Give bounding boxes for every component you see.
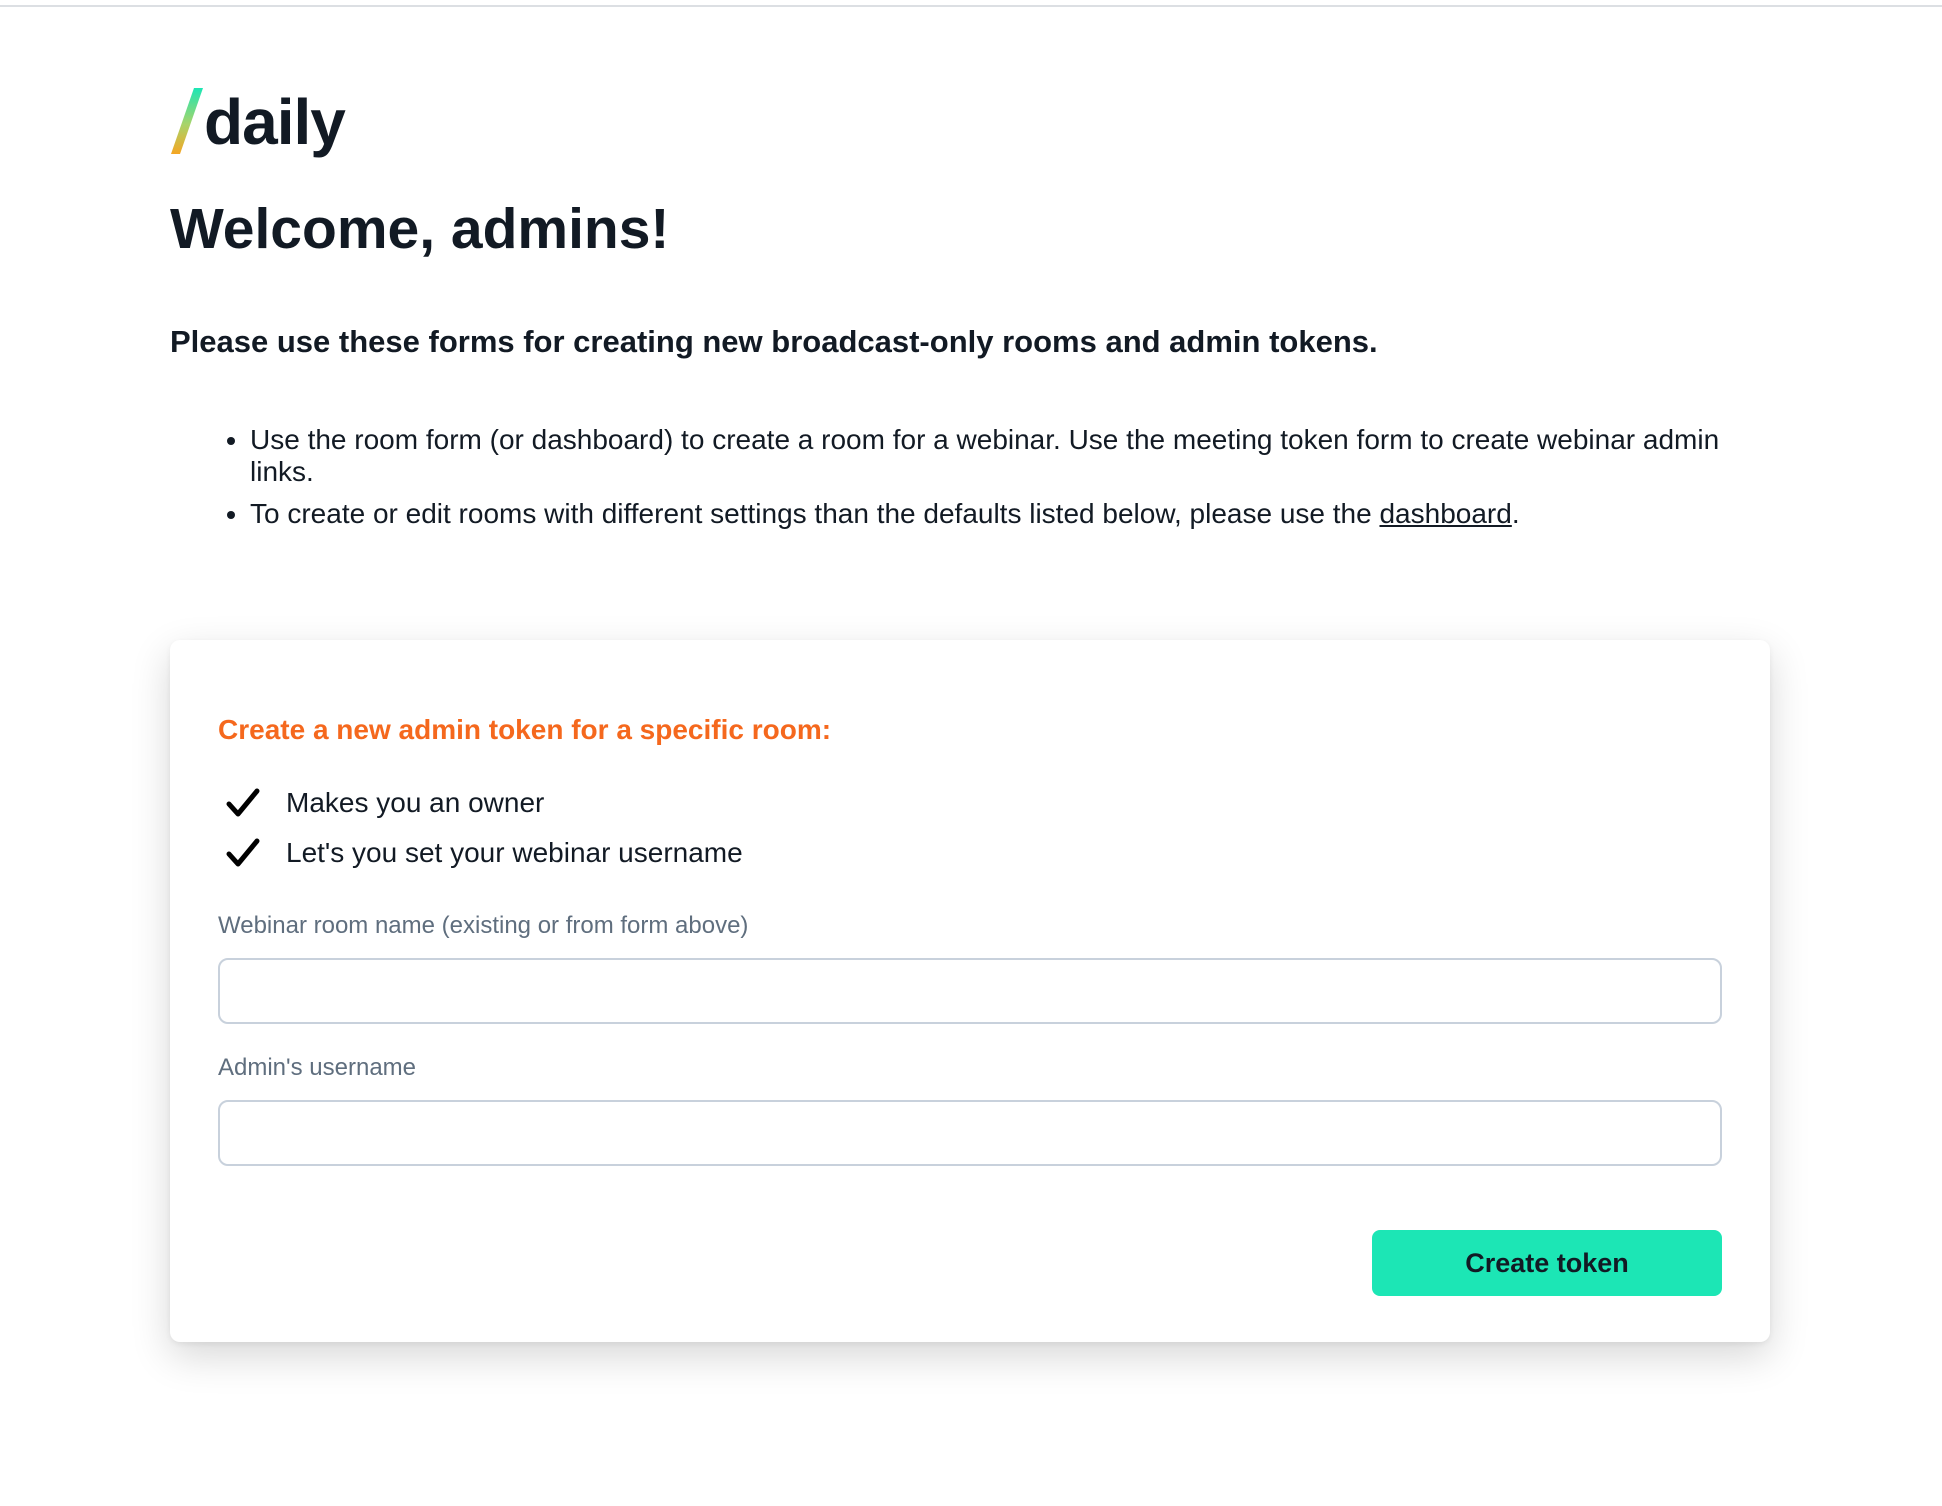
feature-label: Let's you set your webinar username (286, 837, 743, 868)
admin-token-card: Create a new admin token for a specific … (170, 640, 1770, 1342)
page-content: daily Welcome, admins! Please use these … (170, 84, 1770, 540)
feature-item: Let's you set your webinar username (218, 828, 743, 878)
logo-wordmark: daily (204, 86, 346, 158)
instruction-item: Use the room form (or dashboard) to crea… (250, 424, 1750, 488)
instruction-text: To create or edit rooms with different s… (250, 498, 1380, 529)
room-name-label: Webinar room name (existing or from form… (218, 912, 749, 939)
dashboard-link[interactable]: dashboard (1379, 498, 1511, 529)
page-title: Welcome, admins! (170, 197, 670, 261)
username-input[interactable] (218, 1100, 1722, 1166)
checkmark-icon (226, 838, 260, 867)
username-label: Admin's username (218, 1054, 416, 1081)
daily-logo: daily (170, 84, 1770, 154)
card-title: Create a new admin token for a specific … (218, 714, 832, 745)
checkmark-icon (226, 788, 260, 817)
page-subtitle: Please use these forms for creating new … (170, 324, 1378, 359)
feature-list: Makes you an owner Let's you set your we… (218, 778, 743, 878)
create-token-button[interactable]: Create token (1372, 1230, 1722, 1296)
slash-logo-icon (171, 88, 203, 154)
feature-item: Makes you an owner (218, 778, 743, 828)
instruction-period: . (1511, 498, 1520, 529)
instruction-item: To create or edit rooms with different s… (250, 498, 1750, 530)
instructions-list: Use the room form (or dashboard) to crea… (170, 424, 1750, 530)
top-divider (0, 0, 1942, 7)
room-name-input[interactable] (218, 958, 1722, 1024)
feature-label: Makes you an owner (286, 787, 545, 818)
